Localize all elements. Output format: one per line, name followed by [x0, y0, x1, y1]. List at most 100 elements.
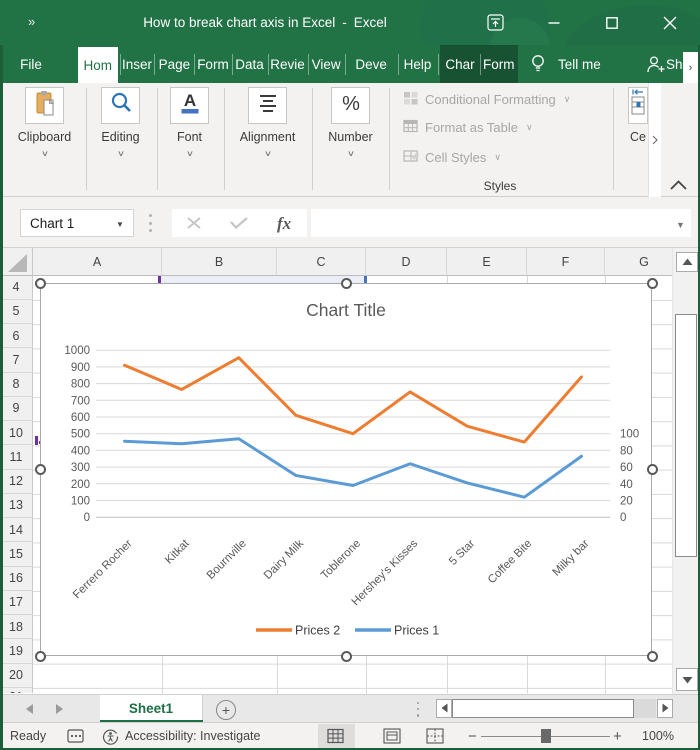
next-sheet-icon[interactable] — [56, 703, 63, 714]
primary-axis-label[interactable]: 400 — [71, 445, 90, 457]
font-group-button[interactable]: A — [170, 87, 209, 124]
editing-group-button[interactable] — [101, 87, 140, 124]
primary-axis-label[interactable]: 200 — [71, 479, 90, 491]
cells-group-button[interactable] — [628, 87, 648, 124]
primary-axis-label[interactable]: 0 — [84, 512, 90, 524]
chart-selection-handle[interactable] — [646, 277, 658, 289]
primary-axis-label[interactable]: 100 — [71, 496, 90, 508]
chart-selection-handle[interactable] — [646, 650, 658, 662]
row-header-19[interactable]: 19 — [0, 639, 33, 664]
zoom-out-button[interactable]: − — [468, 723, 477, 749]
column-header-f[interactable]: F — [527, 248, 605, 276]
column-header-b[interactable]: B — [162, 248, 277, 276]
formula-bar-grip[interactable] — [149, 214, 154, 232]
row-header-13[interactable]: 13 — [0, 493, 33, 519]
row-header-4[interactable]: 4 — [0, 275, 33, 300]
chart-selection-handle[interactable] — [340, 650, 352, 662]
close-button[interactable] — [647, 0, 693, 45]
tell-me-bulb-icon[interactable] — [527, 52, 549, 81]
scroll-up-button[interactable] — [676, 252, 698, 272]
ribbon-tab-page[interactable]: Page — [154, 45, 194, 83]
column-header-g[interactable]: G — [605, 248, 672, 276]
secondary-axis-label[interactable]: 40 — [620, 479, 633, 491]
ribbon-tab-scroll-right-button[interactable]: › — [683, 52, 698, 83]
column-header-c[interactable]: C — [277, 248, 366, 276]
category-axis-label[interactable]: Bournville — [205, 538, 249, 582]
ribbon-tab-hom[interactable]: Hom — [78, 47, 118, 83]
primary-axis-label[interactable]: 800 — [71, 379, 90, 391]
enter-icon[interactable] — [230, 217, 248, 230]
category-axis-label[interactable]: Toblerone — [319, 538, 363, 582]
chart-selection-handle[interactable] — [646, 464, 658, 475]
category-axis-label[interactable]: 5 Star — [447, 538, 477, 568]
category-axis-label[interactable]: Ferrero Rocher — [71, 538, 135, 602]
category-axis-label[interactable]: Coffee Bite — [486, 538, 535, 587]
row-header-17[interactable]: 17 — [0, 590, 33, 616]
alignment-group-button[interactable] — [248, 87, 287, 124]
normal-view-button[interactable] — [327, 728, 344, 747]
primary-axis-label[interactable]: 600 — [71, 412, 90, 424]
primary-axis-label[interactable]: 300 — [71, 462, 90, 474]
row-header-9[interactable]: 9 — [0, 396, 33, 422]
secondary-axis-label[interactable]: 80 — [620, 445, 633, 457]
category-axis-label[interactable]: Kitkat — [163, 537, 192, 566]
ribbon-tab-view[interactable]: View — [308, 45, 345, 83]
chart-selection-handle[interactable] — [340, 277, 352, 289]
primary-axis-label[interactable]: 900 — [71, 362, 90, 374]
secondary-axis-label[interactable]: 60 — [620, 462, 633, 474]
category-axis-label[interactable]: Dairy Milk — [262, 537, 306, 581]
row-header-16[interactable]: 16 — [0, 566, 33, 591]
formula-input[interactable] — [311, 209, 691, 237]
tab-bar-splitter[interactable] — [415, 701, 421, 717]
row-header-6[interactable]: 6 — [0, 324, 33, 349]
name-box-dropdown-icon[interactable]: ▼ — [116, 220, 124, 229]
row-header-12[interactable]: 12 — [0, 469, 33, 494]
ribbon-tab-form-contextual[interactable]: Form — [480, 45, 518, 83]
maximize-button[interactable] — [589, 0, 635, 45]
row-header-14[interactable]: 14 — [0, 518, 33, 543]
row-header-15[interactable]: 15 — [0, 542, 33, 567]
chart-object[interactable]: Chart Title 0 100 200 300 400 500 600 700 800 900 1… — [40, 283, 652, 656]
zoom-slider-thumb[interactable] — [541, 729, 551, 743]
legend-label-prices-1[interactable]: Prices 1 — [394, 624, 439, 638]
page-layout-view-button[interactable] — [383, 728, 401, 747]
hscroll-left-button[interactable] — [436, 698, 452, 718]
column-header-e[interactable]: E — [447, 248, 527, 276]
hscroll-right-button[interactable] — [657, 698, 673, 718]
vertical-scrollbar-thumb[interactable] — [675, 314, 697, 557]
row-header-20[interactable]: 20 — [0, 663, 33, 688]
row-header-18[interactable]: 18 — [0, 615, 33, 640]
share-button[interactable]: Sh — [666, 45, 683, 83]
accessibility-icon[interactable] — [102, 728, 119, 748]
cancel-icon[interactable] — [187, 217, 201, 229]
row-header-8[interactable]: 8 — [0, 372, 33, 397]
ribbon-tab-data[interactable]: Data — [232, 45, 268, 83]
column-header-a[interactable]: A — [33, 248, 162, 276]
horizontal-scrollbar-track[interactable] — [634, 698, 656, 718]
category-axis-label[interactable]: Milky bar — [551, 538, 592, 579]
zoom-level[interactable]: 100% — [638, 723, 674, 749]
row-header-5[interactable]: 5 — [0, 299, 33, 325]
chart-selection-handle[interactable] — [34, 464, 46, 475]
chart-selection-handle[interactable] — [34, 277, 46, 289]
collapse-ribbon-button[interactable] — [669, 178, 688, 191]
row-header-7[interactable]: 7 — [0, 348, 33, 373]
zoom-in-button[interactable]: + — [613, 723, 622, 749]
minimize-button[interactable] — [531, 0, 577, 45]
row-header-10[interactable]: 10 — [0, 421, 33, 446]
primary-axis-label[interactable]: 700 — [71, 395, 90, 407]
scroll-down-button[interactable] — [676, 668, 698, 691]
insert-function-icon[interactable]: fx — [277, 214, 292, 233]
ribbon-tab-help[interactable]: Help — [398, 45, 438, 83]
chart-title[interactable]: Chart Title — [306, 300, 386, 320]
page-break-view-button[interactable] — [426, 728, 444, 747]
secondary-axis-label[interactable]: 20 — [620, 496, 633, 508]
ribbon-tab-revie[interactable]: Revie — [268, 45, 308, 83]
secondary-axis-label[interactable]: 100 — [620, 429, 639, 441]
legend-label-prices-2[interactable]: Prices 2 — [295, 624, 340, 638]
row-header-11[interactable]: 11 — [0, 445, 33, 470]
ribbon-display-options-button[interactable] — [472, 0, 518, 45]
primary-axis-label[interactable]: 1000 — [64, 345, 90, 357]
macro-record-icon[interactable] — [67, 728, 85, 747]
ribbon-tab-deve[interactable]: Deve — [345, 45, 398, 83]
